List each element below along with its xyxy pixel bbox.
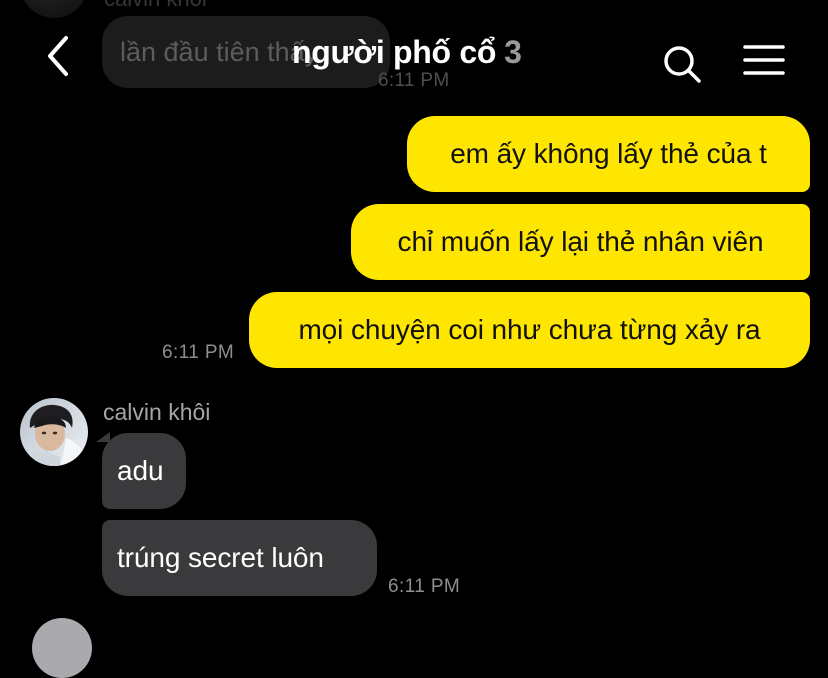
chat-title[interactable]: người phố cổ 3: [292, 34, 522, 71]
back-button[interactable]: [40, 32, 80, 80]
menu-button[interactable]: [742, 42, 786, 78]
faded-message-text: lần đầu tiên thấy: [120, 36, 319, 67]
chevron-left-icon: [48, 36, 68, 76]
message-text: chỉ muốn lấy lại thẻ nhân viên: [397, 226, 764, 257]
sender-avatar[interactable]: [20, 398, 88, 466]
search-button[interactable]: [660, 42, 704, 86]
faded-sender-avatar: [20, 0, 88, 18]
message-text: em ấy không lấy thẻ của t: [450, 138, 767, 169]
next-sender-avatar: [32, 618, 92, 678]
outgoing-message-bubble[interactable]: mọi chuyện coi như chưa từng xảy ra: [249, 292, 810, 368]
incoming-message-bubble[interactable]: trúng secret luôn: [102, 520, 377, 596]
faded-sender-name: calvin khôi: [104, 0, 207, 12]
avatar-photo: [20, 398, 88, 466]
message-text: adu: [117, 455, 164, 486]
incoming-message-bubble[interactable]: adu: [102, 433, 186, 509]
hamburger-menu-icon: [743, 45, 785, 75]
message-text: trúng secret luôn: [117, 542, 324, 573]
incoming-timestamp: 6:11 PM: [388, 576, 461, 597]
member-count: 3: [504, 34, 522, 70]
outgoing-message-bubble[interactable]: em ấy không lấy thẻ của t: [407, 116, 810, 192]
sender-name: calvin khôi: [103, 399, 211, 425]
search-icon: [664, 46, 701, 83]
message-text: mọi chuyện coi như chưa từng xảy ra: [298, 314, 761, 345]
faded-message-timestamp: 6:11 PM: [378, 70, 450, 91]
chat-name: người phố cổ: [292, 34, 497, 70]
outgoing-timestamp: 6:11 PM: [162, 342, 235, 363]
outgoing-message-bubble[interactable]: chỉ muốn lấy lại thẻ nhân viên: [351, 204, 810, 280]
